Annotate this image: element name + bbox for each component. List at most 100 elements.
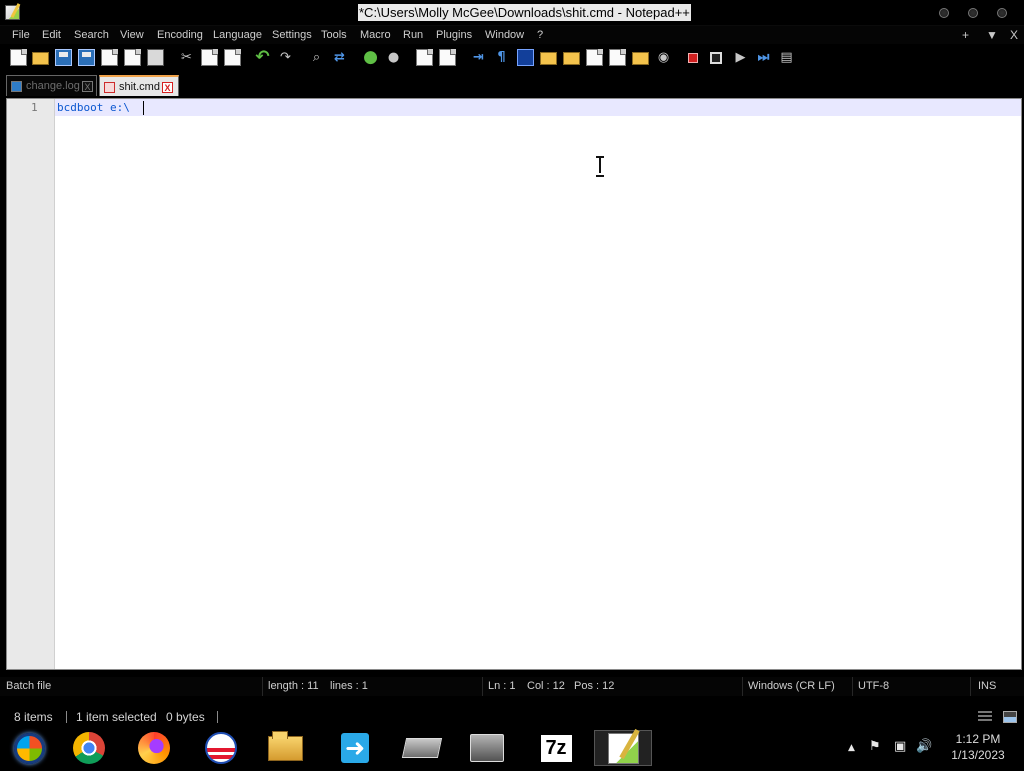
selected-size: 0 bytes	[166, 710, 205, 724]
menu-language[interactable]: Language	[213, 26, 262, 44]
details-view-icon[interactable]	[978, 711, 992, 723]
preview-view-icon[interactable]	[1003, 711, 1017, 723]
show-all-characters-icon[interactable]: ¶	[493, 49, 510, 66]
code-line[interactable]: bcdboot e:\	[57, 100, 130, 115]
notepad-plus-plus-taskbar-button[interactable]	[594, 730, 652, 766]
close-window-button[interactable]	[997, 8, 1007, 18]
new-tab-button[interactable]: +	[962, 26, 969, 44]
clock[interactable]: 1:12 PM 1/13/2023	[944, 731, 1012, 771]
current-line-highlight	[55, 99, 1021, 116]
menu-tools[interactable]: Tools	[321, 26, 347, 44]
menu-settings[interactable]: Settings	[272, 26, 312, 44]
text-caret	[143, 101, 144, 115]
document-tabs: change.log X shit.cmd X	[0, 73, 1024, 98]
copy-icon[interactable]	[201, 49, 218, 66]
tab-label: change.log	[26, 80, 80, 92]
menu-edit[interactable]: Edit	[42, 26, 61, 44]
obama-campaign-taskbar-button[interactable]	[192, 730, 250, 766]
word-wrap-icon[interactable]: ⇥	[470, 49, 487, 66]
print-icon[interactable]	[147, 49, 164, 66]
status-bar: Batch file length : 11 lines : 1 Ln : 1 …	[0, 677, 1024, 696]
menu-encoding[interactable]: Encoding	[157, 26, 203, 44]
new-file-icon[interactable]	[10, 49, 27, 66]
maximize-button[interactable]	[968, 8, 978, 18]
function-list-icon[interactable]	[563, 52, 580, 65]
undo-icon[interactable]: ↶	[254, 49, 271, 66]
encoding-status[interactable]: UTF-8	[858, 677, 889, 696]
menu-view[interactable]: View	[120, 26, 144, 44]
save-icon[interactable]	[55, 49, 72, 66]
menu-plugins[interactable]: Plugins	[436, 26, 472, 44]
sync-app-taskbar-button[interactable]: ➜	[326, 730, 384, 766]
menu-run[interactable]: Run	[403, 26, 423, 44]
notepad-plus-plus-app-icon[interactable]	[5, 5, 20, 20]
menu-window[interactable]: Window	[485, 26, 524, 44]
close-document-button[interactable]: X	[1010, 26, 1018, 44]
7zip-icon: 7z	[540, 734, 572, 762]
stop-macro-icon[interactable]	[710, 52, 722, 64]
file-explorer-taskbar-button[interactable]	[256, 730, 314, 766]
play-macro-icon[interactable]: ▶	[732, 49, 749, 66]
replace-icon[interactable]: ⇄	[331, 49, 348, 66]
paste-icon[interactable]	[224, 49, 241, 66]
zoom-in-icon[interactable]: ●	[362, 49, 379, 66]
tab-close-icon[interactable]: X	[162, 82, 173, 93]
sync-horizontal-icon[interactable]	[439, 49, 456, 66]
menu-bar: File Edit Search View Encoding Language …	[0, 26, 1024, 44]
obama-campaign-icon	[205, 732, 237, 764]
close-all-icon[interactable]	[124, 49, 141, 66]
device-taskbar-button[interactable]	[458, 730, 516, 766]
tab-shit-cmd[interactable]: shit.cmd X	[99, 75, 179, 96]
status-divider	[482, 677, 483, 696]
title-bar: *C:\Users\Molly McGee\Downloads\shit.cmd…	[0, 0, 1024, 26]
drive-taskbar-button[interactable]	[393, 730, 451, 766]
item-count: 8 items	[14, 710, 53, 724]
editor[interactable]: 1 bcdboot e:\	[6, 98, 1022, 670]
tab-list-button[interactable]: ▼	[986, 26, 998, 44]
insert-mode-status[interactable]: INS	[978, 677, 996, 696]
notepad-plus-plus-icon	[607, 732, 639, 764]
modified-document-icon	[104, 82, 115, 93]
character-position-status: Pos : 12	[574, 680, 615, 692]
indent-guide-icon[interactable]	[517, 49, 534, 66]
tab-change-log[interactable]: change.log X	[6, 75, 97, 96]
redo-icon[interactable]: ↷	[277, 49, 294, 66]
line-position-status: Ln : 1	[488, 680, 516, 692]
show-hidden-icons-icon[interactable]: ▲	[848, 743, 855, 753]
find-icon[interactable]: ⌕	[308, 49, 325, 66]
status-divider	[262, 677, 263, 696]
save-macro-icon[interactable]: ▤	[778, 49, 795, 66]
sync-vertical-icon[interactable]	[416, 49, 433, 66]
chrome-taskbar-button[interactable]	[60, 730, 118, 766]
firefox-taskbar-button[interactable]	[125, 730, 183, 766]
minimize-button[interactable]	[939, 8, 949, 18]
volume-icon[interactable]: 🔊	[916, 739, 932, 754]
eye-icon[interactable]: ◉	[655, 49, 672, 66]
window-title: *C:\Users\Molly McGee\Downloads\shit.cmd…	[358, 4, 691, 21]
start-button[interactable]	[0, 730, 58, 766]
flag-icon[interactable]: ⚑	[869, 739, 881, 754]
record-macro-icon[interactable]	[688, 53, 698, 63]
monitor-icon[interactable]	[609, 49, 626, 66]
cut-icon[interactable]: ✂	[178, 49, 195, 66]
run-macro-multiple-icon[interactable]: ⏭	[755, 49, 772, 66]
menu-file[interactable]: File	[12, 26, 30, 44]
folder-icon[interactable]	[632, 52, 649, 65]
menu-search[interactable]: Search	[74, 26, 109, 44]
network-icon[interactable]: ▣	[894, 739, 906, 754]
close-icon[interactable]	[101, 49, 118, 66]
status-separator	[217, 711, 218, 723]
zoom-out-icon[interactable]: ●	[385, 49, 402, 66]
open-file-icon[interactable]	[32, 52, 49, 65]
menu-help[interactable]: ?	[537, 26, 543, 44]
taskbar: ➜ 7z ▲ ⚑ ▣ 🔊 1:12 PM 1/13/2023	[0, 728, 1024, 768]
document-map-icon[interactable]	[540, 52, 557, 65]
eol-status[interactable]: Windows (CR LF)	[748, 677, 835, 696]
folder-as-workspace-icon[interactable]	[586, 49, 603, 66]
tab-close-icon[interactable]: X	[82, 81, 93, 92]
save-all-icon[interactable]	[78, 49, 95, 66]
status-separator	[66, 711, 67, 723]
document-icon	[11, 81, 22, 92]
menu-macro[interactable]: Macro	[360, 26, 391, 44]
7zip-taskbar-button[interactable]: 7z	[527, 730, 585, 766]
